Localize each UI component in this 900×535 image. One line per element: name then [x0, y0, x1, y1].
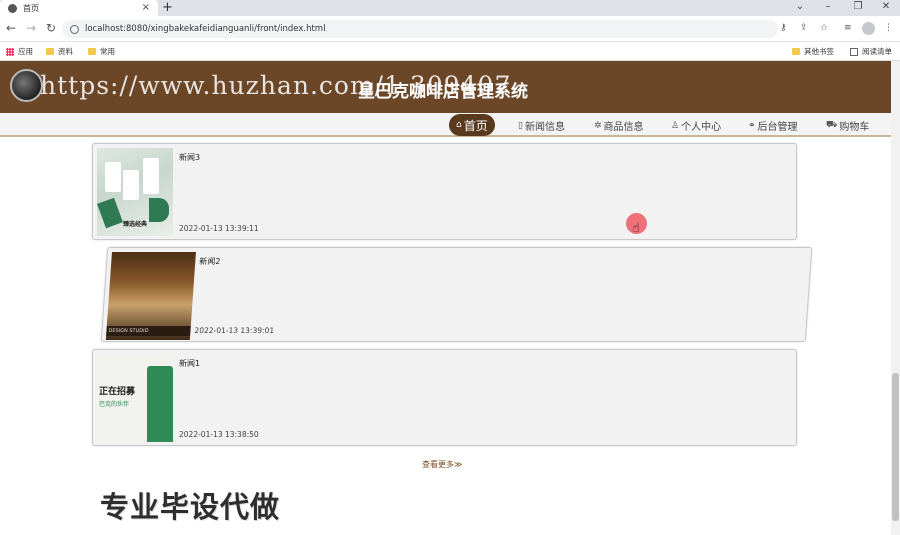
home-icon: ⌂ — [456, 120, 462, 130]
bookmark-label: 阅读清单 — [862, 47, 892, 56]
view-more-link[interactable]: 查看更多≫ — [422, 459, 462, 470]
nav-products[interactable]: ✲ 商品信息 — [594, 118, 644, 134]
news-image[interactable]: 臻选经典 — [97, 148, 173, 236]
news-title[interactable]: 新闻1 — [179, 358, 200, 369]
news-title[interactable]: 新闻2 — [199, 256, 221, 267]
site-logo — [10, 69, 43, 102]
news-image[interactable]: 正在招募 巴克的伙伴 — [97, 354, 173, 442]
cart-icon: ⛟ — [826, 120, 838, 130]
bookmark-apps[interactable]: 应用 — [6, 46, 33, 57]
reload-icon[interactable]: ↻ — [44, 21, 58, 35]
products-icon: ✲ — [594, 120, 602, 131]
share-icon[interactable]: ⇪ — [800, 23, 808, 33]
green-shape — [149, 198, 169, 222]
new-tab-button[interactable]: + — [162, 0, 173, 16]
close-window-button[interactable]: ✕ — [876, 0, 896, 16]
nav-admin[interactable]: ⚭ 后台管理 — [748, 118, 798, 134]
news-title[interactable]: 新闻3 — [179, 152, 200, 163]
nav-label: 新闻信息 — [524, 122, 565, 133]
bookmark-label: 资料 — [58, 47, 73, 56]
nav-label: 个人中心 — [681, 122, 722, 133]
image-subtext: 巴克的伙伴 — [99, 401, 130, 408]
reading-mode-icon[interactable]: ≡ — [844, 23, 852, 33]
browser-tabstrip: 首页 × + ⌄ – ❐ ✕ — [0, 0, 900, 16]
green-shape — [97, 197, 123, 229]
green-cup-shape — [147, 366, 173, 442]
folder-icon — [88, 48, 96, 55]
key-icon[interactable]: ⚷ — [780, 23, 787, 33]
image-text: 正在招募 — [99, 387, 136, 397]
site-nav: ⌂ 首页 ▯ 新闻信息 ✲ 商品信息 ♙ 个人中心 ⚭ 后台管理 ⛟ 购物车 — [0, 113, 900, 137]
browser-tab-home[interactable]: 首页 × — [0, 0, 158, 16]
news-card[interactable]: 臻选经典 新闻3 2022-01-13 13:39:11 — [92, 143, 797, 240]
site-title: 星巴克咖啡店管理系统 — [358, 82, 528, 102]
profile-avatar[interactable] — [862, 22, 875, 35]
user-icon: ♙ — [671, 120, 680, 131]
folder-icon — [792, 48, 800, 55]
url-text: localhost:8080/xingbakekafeidianguanli/f… — [85, 24, 326, 34]
cup-shape — [143, 158, 159, 194]
tab-search-icon[interactable]: ⌄ — [790, 0, 810, 16]
news-image[interactable]: DESIGN STUDIO — [105, 252, 196, 340]
bookmark-label: 应用 — [18, 47, 33, 56]
folder-icon — [46, 48, 54, 55]
nav-home[interactable]: ⌂ 首页 — [449, 114, 495, 136]
nav-cart[interactable]: ⛟ 购物车 — [826, 118, 869, 133]
image-caption: DESIGN STUDIO — [106, 326, 191, 336]
nav-label: 后台管理 — [757, 122, 798, 133]
bookmark-other[interactable]: 其他书签 — [792, 46, 834, 57]
nav-label: 首页 — [463, 118, 488, 133]
web-page: https://www.huzhan.com/1 309407 星巴克咖啡店管理… — [0, 61, 900, 535]
nav-profile[interactable]: ♙ 个人中心 — [671, 118, 722, 134]
url-input[interactable]: localhost:8080/xingbakekafeidianguanli/f… — [62, 20, 778, 38]
news-card[interactable]: DESIGN STUDIO 新闻2 2022-01-13 13:39:01 — [100, 247, 813, 342]
forward-icon[interactable]: → — [24, 21, 38, 35]
tab-title: 首页 — [23, 3, 39, 13]
overlay-watermark-text: 专业毕设代做 — [100, 490, 281, 524]
bookmark-label: 常用 — [100, 47, 115, 56]
globe-icon — [8, 3, 17, 13]
image-caption: 臻选经典 — [123, 221, 148, 228]
minimize-button[interactable]: – — [818, 0, 838, 16]
cup-shape — [105, 162, 121, 192]
reading-list-icon — [850, 47, 858, 56]
bookmark-star-icon[interactable]: ☆ — [820, 23, 828, 33]
back-icon[interactable]: ← — [4, 21, 18, 35]
nav-news[interactable]: ▯ 新闻信息 — [518, 118, 565, 134]
news-time: 2022-01-13 13:39:01 — [194, 326, 275, 335]
address-bar-row: ← → ↻ localhost:8080/xingbakekafeidiangu… — [0, 16, 900, 42]
apps-grid-icon — [6, 47, 14, 56]
site-header: https://www.huzhan.com/1 309407 星巴克咖啡店管理… — [0, 61, 900, 113]
bookmark-folder-ziliao[interactable]: 资料 — [46, 46, 73, 57]
bookmark-label: 其他书签 — [804, 47, 834, 56]
tab-close-icon[interactable]: × — [142, 2, 150, 13]
news-card[interactable]: 正在招募 巴克的伙伴 新闻1 2022-01-13 13:38:50 — [92, 349, 797, 446]
news-time: 2022-01-13 13:38:50 — [179, 430, 259, 439]
news-icon: ▯ — [518, 120, 523, 131]
link-icon: ⚭ — [748, 120, 756, 131]
bookmark-reading-list[interactable]: 阅读清单 — [850, 46, 892, 57]
restore-button[interactable]: ❐ — [848, 0, 868, 16]
news-time: 2022-01-13 13:39:11 — [179, 224, 259, 233]
page-scrollbar[interactable] — [891, 61, 900, 535]
nav-label: 购物车 — [839, 122, 870, 133]
bookmarks-bar: 应用 资料 常用 其他书签 阅读清单 — [0, 42, 900, 61]
cup-shape — [123, 170, 139, 200]
bookmark-folder-changyong[interactable]: 常用 — [88, 46, 115, 57]
nav-label: 商品信息 — [603, 122, 644, 133]
scrollbar-thumb[interactable] — [892, 373, 899, 521]
menu-icon[interactable]: ⋮ — [884, 23, 893, 33]
site-info-icon[interactable] — [70, 24, 79, 34]
hand-cursor-icon: ☝ — [632, 221, 640, 236]
